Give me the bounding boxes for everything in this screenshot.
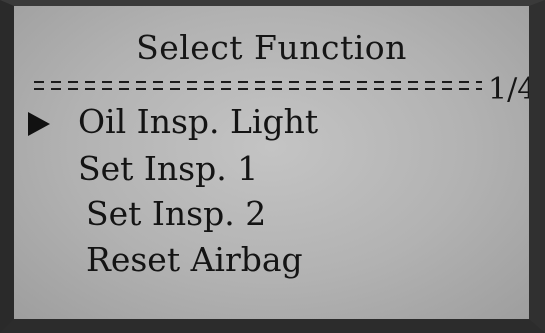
menu-item-reset-airbag[interactable]: Reset Airbag <box>86 240 303 279</box>
menu-item-set-insp-2[interactable]: Set Insp. 2 <box>86 194 266 233</box>
menu-item-set-insp-1[interactable]: Set Insp. 1 <box>78 149 258 188</box>
function-menu: Oil Insp. Light Set Insp. 1 Set Insp. 2 … <box>14 6 529 319</box>
menu-item-oil-insp-light[interactable]: Oil Insp. Light <box>78 102 318 141</box>
menu-item-label: Oil Insp. Light <box>78 102 319 141</box>
triangle-right-icon <box>28 112 50 136</box>
menu-item-label: Set Insp. 2 <box>86 194 267 233</box>
menu-item-label: Set Insp. 1 <box>78 149 259 188</box>
menu-item-label: Reset Airbag <box>86 240 303 279</box>
lcd-screen: Select Function 1/4 Oil Insp. Light Set … <box>14 6 529 319</box>
